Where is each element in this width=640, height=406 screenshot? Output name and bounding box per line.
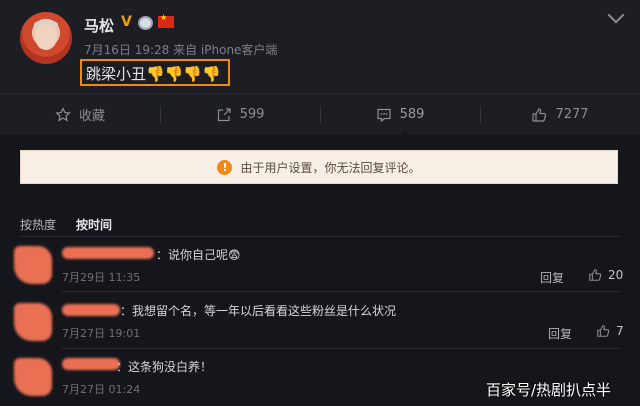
- comment-like-button[interactable]: 7: [596, 324, 624, 338]
- post-content: 跳梁小丑👎👎👎👎: [80, 59, 230, 86]
- comment-time: 7月27日 01:24: [62, 383, 141, 396]
- post-card: 马松 V 7月16日 19:28 来自 iPhone客户端 跳梁小丑👎👎👎👎: [0, 0, 640, 92]
- like-icon: [597, 325, 610, 337]
- comment-count: 589: [399, 107, 425, 122]
- comment-button[interactable]: 589: [320, 94, 480, 135]
- comment-like-button[interactable]: 20: [588, 268, 623, 282]
- like-count: 7277: [555, 107, 589, 122]
- comment-text: ：说你自己呢😨: [156, 248, 241, 262]
- source-watermark: 百家号/热剧扒点半: [486, 381, 612, 399]
- notice-text: 由于用户设置，你无法回复评论。: [240, 160, 421, 175]
- verified-badge-icon: V: [121, 14, 132, 30]
- comment-time: 7月27日 19:01: [62, 327, 141, 340]
- thumbs-down-icons: 👎👎👎👎: [146, 65, 221, 83]
- warning-icon: !: [217, 159, 233, 175]
- active-tab-caret: [398, 131, 412, 138]
- avatar-face: [35, 24, 57, 50]
- star-icon: [55, 106, 71, 122]
- comment-divider: [62, 348, 620, 349]
- redacted-avatar[interactable]: [14, 358, 52, 396]
- reply-button[interactable]: 回复: [548, 325, 572, 342]
- reply-button[interactable]: 回复: [540, 269, 564, 286]
- redacted-username[interactable]: [62, 247, 154, 259]
- reply-disabled-notice: ! 由于用户设置，你无法回复评论。: [20, 150, 618, 184]
- tab-sort-hot[interactable]: 按热度: [20, 216, 56, 233]
- share-icon: [217, 107, 231, 121]
- china-flag-icon: [158, 13, 174, 28]
- comment-sort-tabs: 按热度 按时间: [20, 216, 112, 233]
- post-text: 跳梁小丑: [86, 65, 147, 83]
- redacted-avatar[interactable]: [14, 246, 52, 284]
- share-button[interactable]: 599: [160, 94, 320, 135]
- redacted-username[interactable]: [62, 304, 120, 316]
- like-button[interactable]: 7277: [480, 94, 640, 135]
- redacted-username[interactable]: [62, 358, 120, 370]
- post-action-bar: 收藏 599 589 7277: [0, 93, 640, 135]
- comment-like-count: 20: [608, 268, 624, 282]
- share-count: 599: [239, 107, 265, 122]
- comment-divider: [62, 291, 620, 292]
- like-icon: [532, 107, 547, 122]
- like-icon: [589, 269, 602, 281]
- member-crown-icon: [138, 16, 153, 30]
- comment-item: ：我想留个名，等一年以后看看这些粉丝是什么状况 7月27日 19:01 回复 7: [0, 291, 640, 345]
- redacted-avatar[interactable]: [14, 303, 52, 341]
- comment-item: ：说你自己呢😨 7月29日 11:35 回复 20: [0, 237, 640, 291]
- author-name[interactable]: 马松: [84, 15, 114, 36]
- chevron-down-icon[interactable]: [607, 6, 625, 24]
- comment-time: 7月29日 11:35: [62, 271, 141, 284]
- favorite-label: 收藏: [78, 109, 105, 124]
- comment-like-count: 7: [616, 324, 624, 338]
- tab-sort-time[interactable]: 按时间: [76, 216, 112, 233]
- comment-text: ：我想留个名，等一年以后看看这些粉丝是什么状况: [120, 304, 397, 318]
- post-meta: 7月16日 19:28 来自 iPhone客户端: [84, 43, 278, 57]
- comment-icon: [376, 108, 391, 122]
- comment-text: ：这条狗没白养！: [116, 360, 213, 374]
- favorite-button[interactable]: 收藏: [0, 94, 160, 135]
- author-avatar[interactable]: [20, 12, 72, 64]
